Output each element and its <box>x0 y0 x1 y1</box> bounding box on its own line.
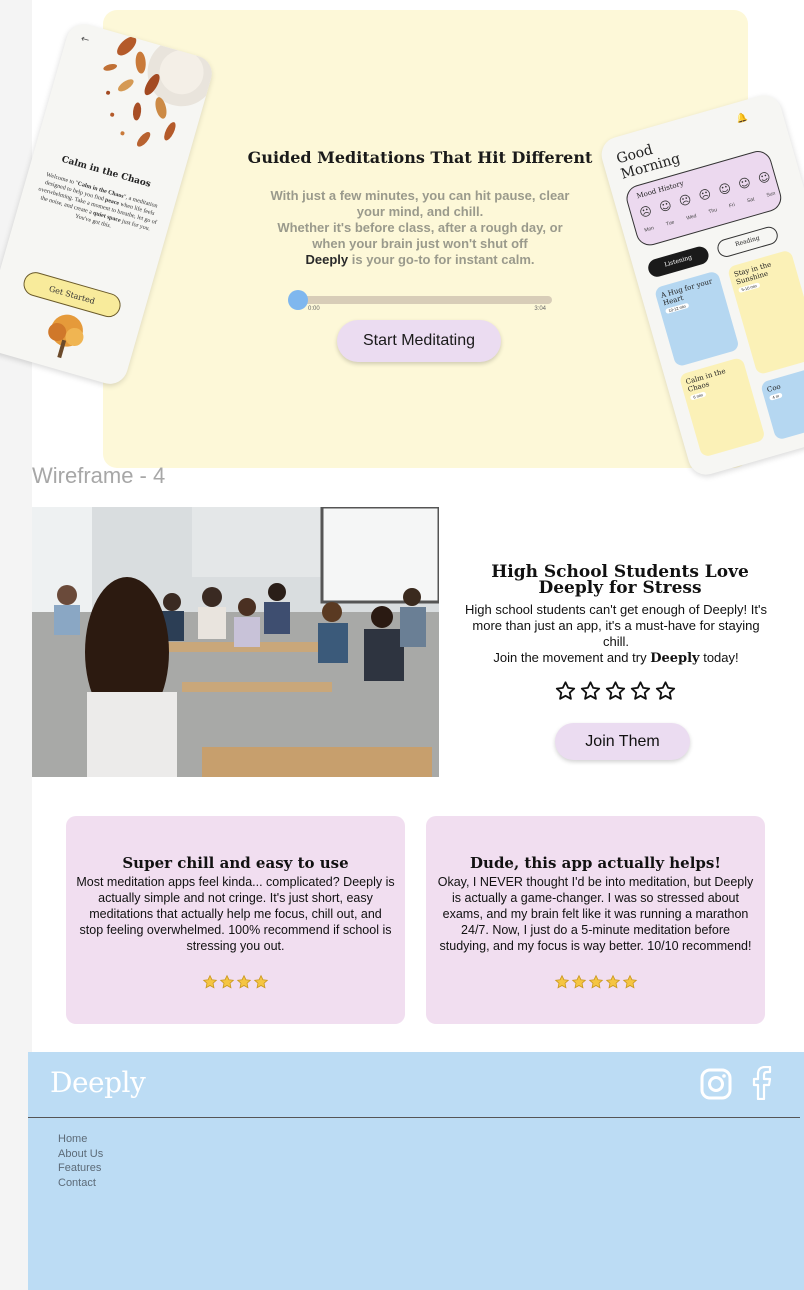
join-them-button[interactable]: Join Them <box>555 723 690 760</box>
progress-track[interactable] <box>296 296 552 304</box>
card-title: A Hug for your Heart <box>660 277 714 308</box>
footer: Deeply Home About Us Features Contact <box>28 1052 804 1290</box>
review-body: Most meditation apps feel kinda... compl… <box>76 875 395 953</box>
smile-face-icon[interactable]: ☺ <box>657 198 673 215</box>
review-title: Dude, this app actually helps! <box>470 854 721 872</box>
brand-name: Deeply <box>650 651 700 666</box>
star-filled-icon <box>588 974 603 989</box>
day-label: Thu <box>707 207 718 216</box>
star-rating[interactable] <box>554 680 677 702</box>
day-label: Fri <box>728 202 736 210</box>
start-meditating-button[interactable]: Start Meditating <box>337 320 501 362</box>
star-outline-icon[interactable] <box>654 680 677 702</box>
footer-link-about[interactable]: About Us <box>58 1147 103 1162</box>
footer-link-features[interactable]: Features <box>58 1161 103 1176</box>
review-stars <box>66 974 405 990</box>
review-card: Super chill and easy to use Most meditat… <box>66 816 405 1024</box>
star-filled-icon <box>622 974 637 989</box>
star-filled-icon <box>554 974 569 989</box>
card-title: Coo <box>766 382 782 395</box>
footer-logo[interactable]: Deeply <box>50 1066 146 1099</box>
current-time: 0:00 <box>308 306 320 312</box>
wireframe-label: Wireframe - 4 <box>32 463 166 488</box>
day-label: Mon <box>643 225 655 234</box>
footer-divider <box>28 1117 800 1118</box>
day-label: Wed <box>685 213 698 222</box>
hero-text-line: Whether it's before class, after a rough… <box>277 220 563 251</box>
footer-link-home[interactable]: Home <box>58 1132 103 1147</box>
card-duration: 6 min <box>689 391 707 401</box>
bell-icon[interactable]: 🔔 <box>735 112 749 125</box>
day-label: Tue <box>665 219 676 228</box>
card-title: Stay in the Sunshine <box>733 260 773 287</box>
star-filled-icon <box>219 974 235 989</box>
star-filled-icon <box>202 974 218 989</box>
sad-face-icon[interactable]: ☹ <box>677 192 693 209</box>
autumn-tree-illustration <box>48 314 84 359</box>
card-duration: 4 m <box>768 392 783 401</box>
review-stars <box>426 974 765 990</box>
star-filled-icon <box>253 974 269 989</box>
brand-name: Deeply <box>305 252 349 267</box>
meditation-card[interactable]: Stay in the Sunshine 5-10 min <box>726 249 804 376</box>
sad-face-icon[interactable]: ☹ <box>697 186 713 203</box>
review-card: Dude, this app actually helps! Okay, I N… <box>426 816 765 1024</box>
day-label: Sat <box>746 196 756 205</box>
star-filled-icon <box>236 974 252 989</box>
star-filled-icon <box>605 974 620 989</box>
students-title: High School Students Love Deeply for Str… <box>491 562 749 598</box>
star-outline-icon[interactable] <box>629 680 652 702</box>
smile-face-icon[interactable]: ☺ <box>756 169 772 186</box>
meditation-card[interactable]: Calm in the Chaos 6 min <box>678 356 766 458</box>
meditation-card[interactable]: Coo 4 m <box>759 364 804 441</box>
day-label: Sun <box>765 190 777 199</box>
students-description: High school students can't get enough of… <box>458 602 774 667</box>
students-text-line: Join the movement and try Deeply today! <box>493 650 739 666</box>
star-outline-icon[interactable] <box>554 680 577 702</box>
students-text-line: High school students can't get enough of… <box>465 602 767 649</box>
sad-face-icon[interactable]: ☹ <box>638 203 654 220</box>
instagram-icon[interactable] <box>700 1068 732 1100</box>
star-outline-icon[interactable] <box>604 680 627 702</box>
review-body: Okay, I NEVER thought I'd be into medita… <box>437 875 754 953</box>
facebook-icon[interactable] <box>750 1066 772 1100</box>
progress-knob[interactable] <box>288 290 308 310</box>
hero-description: With just a few minutes, you can hit pau… <box>270 188 570 268</box>
card-title: Calm in the Chaos <box>684 367 727 394</box>
classroom-photo <box>32 507 439 777</box>
hero-title: Guided Meditations That Hit Different <box>247 148 593 167</box>
hero-text-line: With just a few minutes, you can hit pau… <box>270 188 570 219</box>
footer-nav: Home About Us Features Contact <box>58 1132 103 1190</box>
smile-face-icon[interactable]: ☺ <box>717 181 733 198</box>
duration-time: 3:04 <box>534 306 546 312</box>
footer-link-contact[interactable]: Contact <box>58 1176 103 1191</box>
smile-face-icon[interactable]: ☺ <box>737 175 753 192</box>
hero-text-line: Deeply is your go-to for instant calm. <box>305 252 535 267</box>
audio-player: 0:00 3:04 <box>288 290 552 314</box>
star-filled-icon <box>571 974 586 989</box>
review-title: Super chill and easy to use <box>122 854 349 872</box>
meditation-card[interactable]: A Hug for your Heart 10-12 min <box>653 270 740 368</box>
star-outline-icon[interactable] <box>579 680 602 702</box>
get-started-button[interactable]: Get Started <box>20 269 124 320</box>
